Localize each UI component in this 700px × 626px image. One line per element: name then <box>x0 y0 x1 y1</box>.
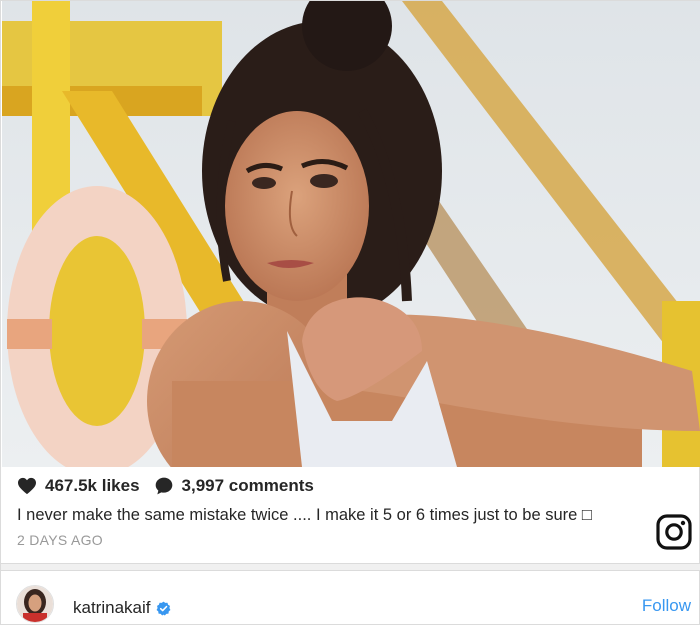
likes-count: 467.5k likes <box>45 476 140 495</box>
comments-stat[interactable]: 3,997 comments <box>154 476 314 496</box>
post-timestamp: 2 DAYS AGO <box>17 532 103 548</box>
verified-badge-icon <box>157 601 171 615</box>
instagram-post-card: 467.5k likes 3,997 comments I never make… <box>0 0 700 625</box>
likes-stat[interactable]: 467.5k likes <box>17 476 140 496</box>
follow-button[interactable]: Follow <box>642 596 691 616</box>
heart-icon <box>18 477 36 495</box>
comments-count: 3,997 comments <box>181 476 314 495</box>
account-username[interactable]: katrinakaif <box>73 598 150 618</box>
account-username-row[interactable]: katrinakaif <box>73 598 171 618</box>
post-photo[interactable] <box>2 1 700 467</box>
instagram-logo-icon[interactable] <box>656 514 692 550</box>
post-author-bar: katrinakaif Follow <box>1 571 700 626</box>
post-photo-image <box>2 1 700 467</box>
avatar-image <box>17 586 53 622</box>
post-stats: 467.5k likes 3,997 comments <box>17 473 314 499</box>
avatar[interactable] <box>16 585 54 623</box>
post-caption: I never make the same mistake twice ....… <box>17 506 592 524</box>
section-divider <box>1 563 700 571</box>
comment-bubble-icon <box>155 477 172 495</box>
